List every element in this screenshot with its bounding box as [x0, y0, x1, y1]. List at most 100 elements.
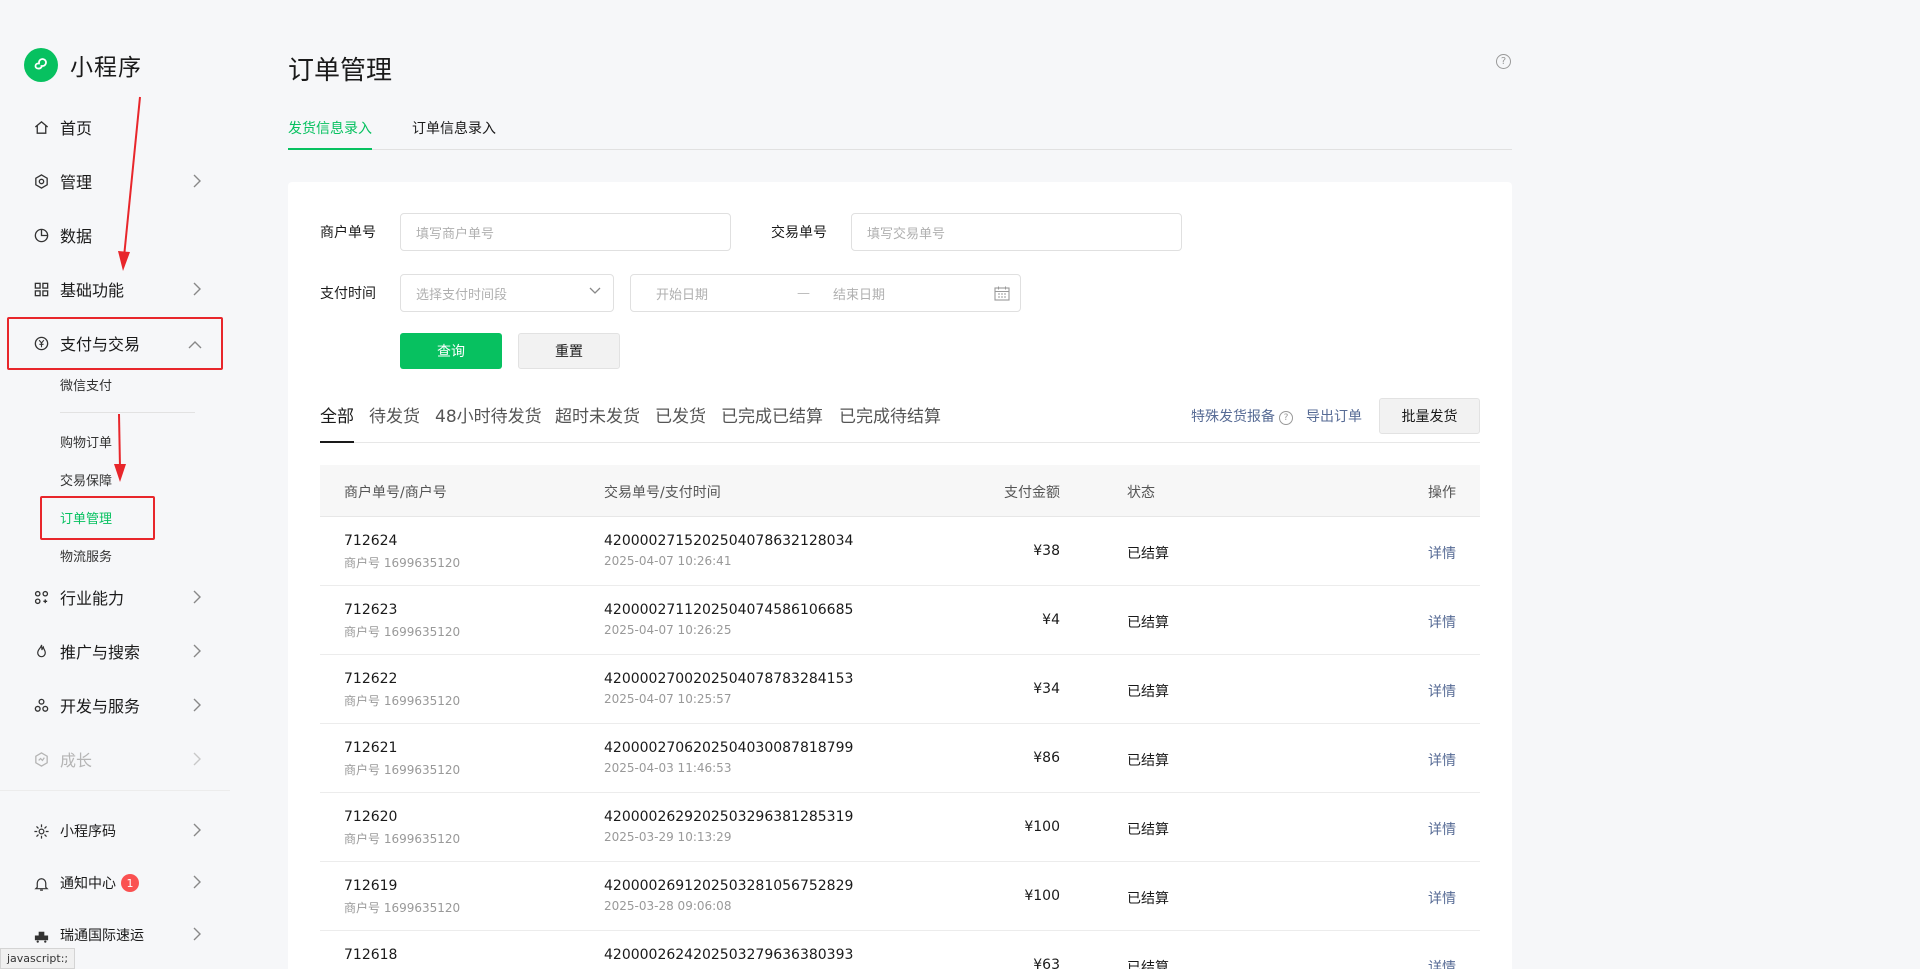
orders-card: 商户单号 填写商户单号 交易单号 填写交易单号 支付时间 选择支付时间段 开始日… [288, 182, 1512, 969]
nav-item-notifications[interactable]: 通知中心 1 [32, 868, 202, 898]
merchant-id: 商户号 1699635120 [344, 556, 461, 570]
nav-item-dev-service[interactable]: 开发与服务 [32, 690, 202, 720]
chevron-right-icon [192, 589, 202, 608]
detail-link[interactable]: 详情 [1428, 957, 1456, 969]
sub-item-shopping-orders[interactable]: 购物订单 [60, 432, 112, 451]
pay-amount: ¥100 [1024, 888, 1060, 904]
merchant-id: 商户号 1699635120 [344, 832, 461, 846]
notification-badge: 1 [121, 874, 139, 892]
detail-link[interactable]: 详情 [1428, 888, 1456, 908]
status-tab-all[interactable]: 全部 [320, 402, 354, 427]
sun-code-icon [32, 822, 50, 840]
detail-link[interactable]: 详情 [1428, 543, 1456, 563]
status-tab-48h-pending[interactable]: 48小时待发货 [435, 402, 542, 427]
table-row: 712619 商户号 1699635120 42000026912025032810… [320, 862, 1480, 931]
date-range-picker[interactable]: 开始日期 — 结束日期 [630, 274, 1021, 312]
pay-amount: ¥38 [1033, 543, 1060, 559]
order-no: 712619 [344, 878, 398, 894]
question-icon[interactable]: ? [1279, 411, 1293, 425]
table-header: 商户单号/商户号 交易单号/支付时间 支付金额 状态 操作 [320, 465, 1480, 517]
query-button[interactable]: 查询 [400, 333, 502, 369]
nav-item-industry[interactable]: 行业能力 [32, 582, 202, 612]
trade-no: 4200002711202504074586106685 [604, 602, 854, 618]
trade-no: 4200002691202503281056752829 [604, 878, 854, 894]
status-tab-completed-settled[interactable]: 已完成已结算 [721, 402, 823, 427]
pay-time-label: 支付时间 [320, 286, 376, 302]
column-header: 操作 [1428, 485, 1456, 501]
detail-link[interactable]: 详情 [1428, 681, 1456, 701]
pay-time-select[interactable]: 选择支付时间段 [400, 274, 614, 312]
account-avatar-icon [32, 926, 50, 944]
trade-no-label: 交易单号 [771, 225, 827, 241]
table-row: 712623 商户号 1699635120 42000027112025040745… [320, 586, 1480, 655]
nav-item-basic-features[interactable]: 基础功能 [32, 274, 202, 304]
merchant-id: 商户号 1699635120 [344, 763, 461, 777]
nav-item-label: 数据 [60, 227, 93, 246]
mini-program-logo-icon [24, 48, 58, 82]
status-tab-overdue[interactable]: 超时未发货 [555, 402, 640, 427]
nav-item-growth[interactable]: 成长 [32, 744, 202, 774]
end-date[interactable]: 结束日期 [833, 284, 885, 303]
help-icon[interactable]: ? [1496, 54, 1511, 69]
nav-item-label: 小程序码 [60, 824, 116, 840]
tab-shipping-info[interactable]: 发货信息录入 [288, 118, 372, 150]
pay-time: 2025-04-07 10:26:25 [604, 623, 732, 637]
column-header: 交易单号/支付时间 [604, 485, 721, 501]
pay-time-placeholder: 选择支付时间段 [416, 287, 508, 303]
merchant-id: 商户号 1699635120 [344, 694, 461, 708]
batch-ship-button[interactable]: 批量发货 [1379, 398, 1480, 434]
detail-link[interactable]: 详情 [1428, 750, 1456, 770]
brand[interactable]: 小程序 [24, 48, 142, 82]
trade-no-input[interactable]: 填写交易单号 [851, 213, 1182, 251]
nav-item-label: 瑞通国际速运 [60, 928, 144, 944]
sub-item-trade-guarantee[interactable]: 交易保障 [60, 470, 112, 489]
browser-status-bar: javascript:; [0, 948, 76, 969]
nav-item-mini-program-code[interactable]: 小程序码 [32, 816, 202, 846]
table-row: 712618 4200002624202503279636380393 ¥63 已结算… [320, 931, 1480, 969]
chevron-right-icon [192, 697, 202, 716]
chevron-down-icon [589, 284, 601, 300]
table-row: 712622 商户号 1699635120 42000027002025040787… [320, 655, 1480, 724]
reset-button[interactable]: 重置 [518, 333, 620, 369]
pay-amount: ¥63 [1033, 957, 1060, 969]
status-tab-shipped[interactable]: 已发货 [655, 402, 706, 427]
special-shipping-report-link[interactable]: 特殊发货报备? [1191, 406, 1293, 426]
chevron-right-icon [192, 173, 202, 192]
detail-link[interactable]: 详情 [1428, 819, 1456, 839]
status-tab-completed-unsettled[interactable]: 已完成待结算 [839, 402, 941, 427]
status-tab-pending-shipment[interactable]: 待发货 [369, 402, 420, 427]
settings-icon [32, 172, 50, 190]
merchant-no-input[interactable]: 填写商户单号 [400, 213, 731, 251]
nav-item-promotion-search[interactable]: 推广与搜索 [32, 636, 202, 666]
chevron-right-icon [192, 281, 202, 300]
nav-item-label: 成长 [60, 751, 93, 770]
nav-item-label: 开发与服务 [60, 697, 141, 716]
page-title: 订单管理 [288, 56, 393, 86]
dev-service-icon [32, 696, 50, 714]
sub-item-wechat-pay[interactable]: 微信支付 [60, 375, 112, 394]
annotation-box-order-management [40, 496, 155, 540]
export-orders-link[interactable]: 导出订单 [1306, 406, 1362, 426]
tab-order-info[interactable]: 订单信息录入 [412, 118, 496, 150]
start-date[interactable]: 开始日期 [656, 284, 708, 303]
chevron-right-icon [192, 927, 202, 945]
order-status: 已结算 [1127, 546, 1169, 562]
nav-item-label: 基础功能 [60, 281, 125, 300]
pay-time: 2025-04-07 10:26:41 [604, 554, 732, 568]
grid-icon [32, 280, 50, 298]
detail-link[interactable]: 详情 [1428, 612, 1456, 632]
order-status: 已结算 [1127, 891, 1169, 907]
page-tabs: 发货信息录入 订单信息录入 [288, 118, 1512, 150]
annotation-arrow-down [114, 413, 126, 482]
column-header: 状态 [1127, 485, 1155, 501]
merchant-id: 商户号 1699635120 [344, 625, 461, 639]
sub-item-logistics-service[interactable]: 物流服务 [60, 546, 112, 565]
nav-item-label: 管理 [60, 173, 93, 192]
order-status: 已结算 [1127, 753, 1169, 769]
table-row: 712624 商户号 1699635120 42000027152025040786… [320, 517, 1480, 586]
merchant-no-label: 商户单号 [320, 225, 376, 241]
pay-time: 2025-03-29 10:13:29 [604, 830, 732, 844]
column-header: 支付金额 [1004, 485, 1060, 501]
column-header: 商户单号/商户号 [344, 485, 447, 501]
nav-item-account[interactable]: 瑞通国际速运 [32, 920, 202, 950]
